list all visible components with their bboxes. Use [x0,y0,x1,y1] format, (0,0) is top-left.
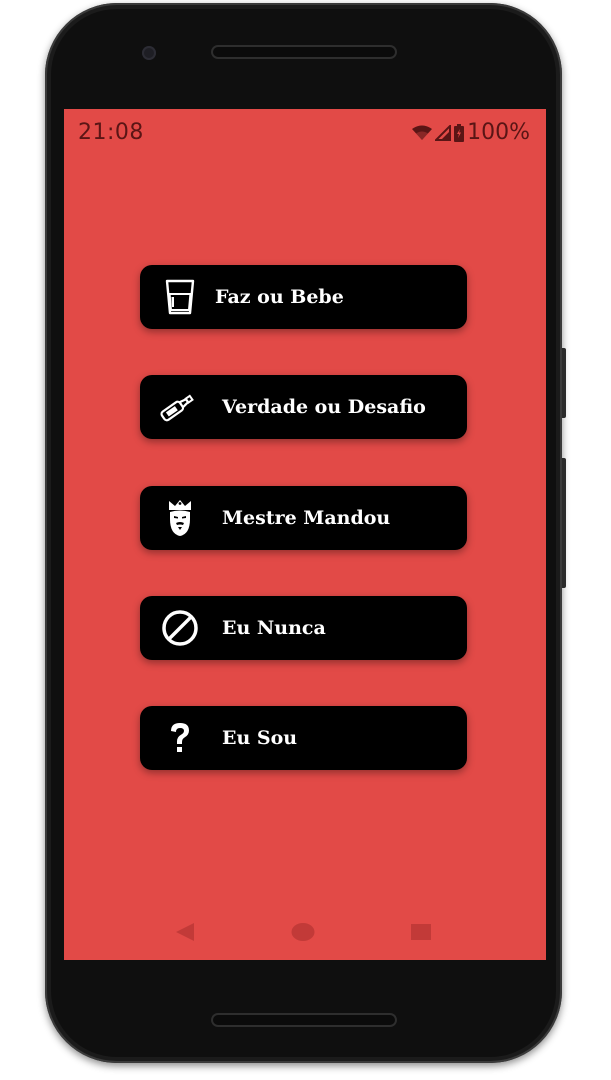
status-icons: 100% [412,120,530,145]
home-icon[interactable] [291,922,315,942]
menu-item-label: Mestre Mandou [222,507,391,529]
menu-item-label: Verdade ou Desafio [222,396,426,418]
glass-icon [160,277,200,317]
volume-button [562,458,566,588]
front-camera [142,46,156,60]
battery-icon [454,123,465,142]
recents-icon[interactable] [410,922,432,942]
app-screen: 21:08 100% Faz ou Bebe Verdade ou Desafi… [64,109,546,960]
king-icon [160,498,200,538]
wifi-icon [412,125,433,140]
faz-ou-bebe-button[interactable]: Faz ou Bebe [140,265,467,329]
verdade-ou-desafio-button[interactable]: Verdade ou Desafio [140,375,467,439]
mestre-mandou-button[interactable]: Mestre Mandou [140,486,467,550]
bottom-speaker [211,1013,397,1027]
back-icon[interactable] [174,922,196,942]
menu-item-label: Faz ou Bebe [215,286,344,308]
battery-percent: 100% [467,120,530,145]
eu-nunca-button[interactable]: Eu Nunca [140,596,467,660]
question-icon [160,718,200,758]
status-time: 21:08 [78,120,144,145]
eu-sou-button[interactable]: Eu Sou [140,706,467,770]
power-button [562,348,566,418]
status-bar: 21:08 100% [64,109,546,157]
bottle-icon [158,387,198,427]
menu-item-label: Eu Sou [222,727,298,749]
menu-item-label: Eu Nunca [222,617,326,639]
prohibited-icon [160,608,200,648]
navigation-bar [64,906,546,960]
top-speaker [211,45,397,59]
cell-signal-icon [435,124,452,141]
